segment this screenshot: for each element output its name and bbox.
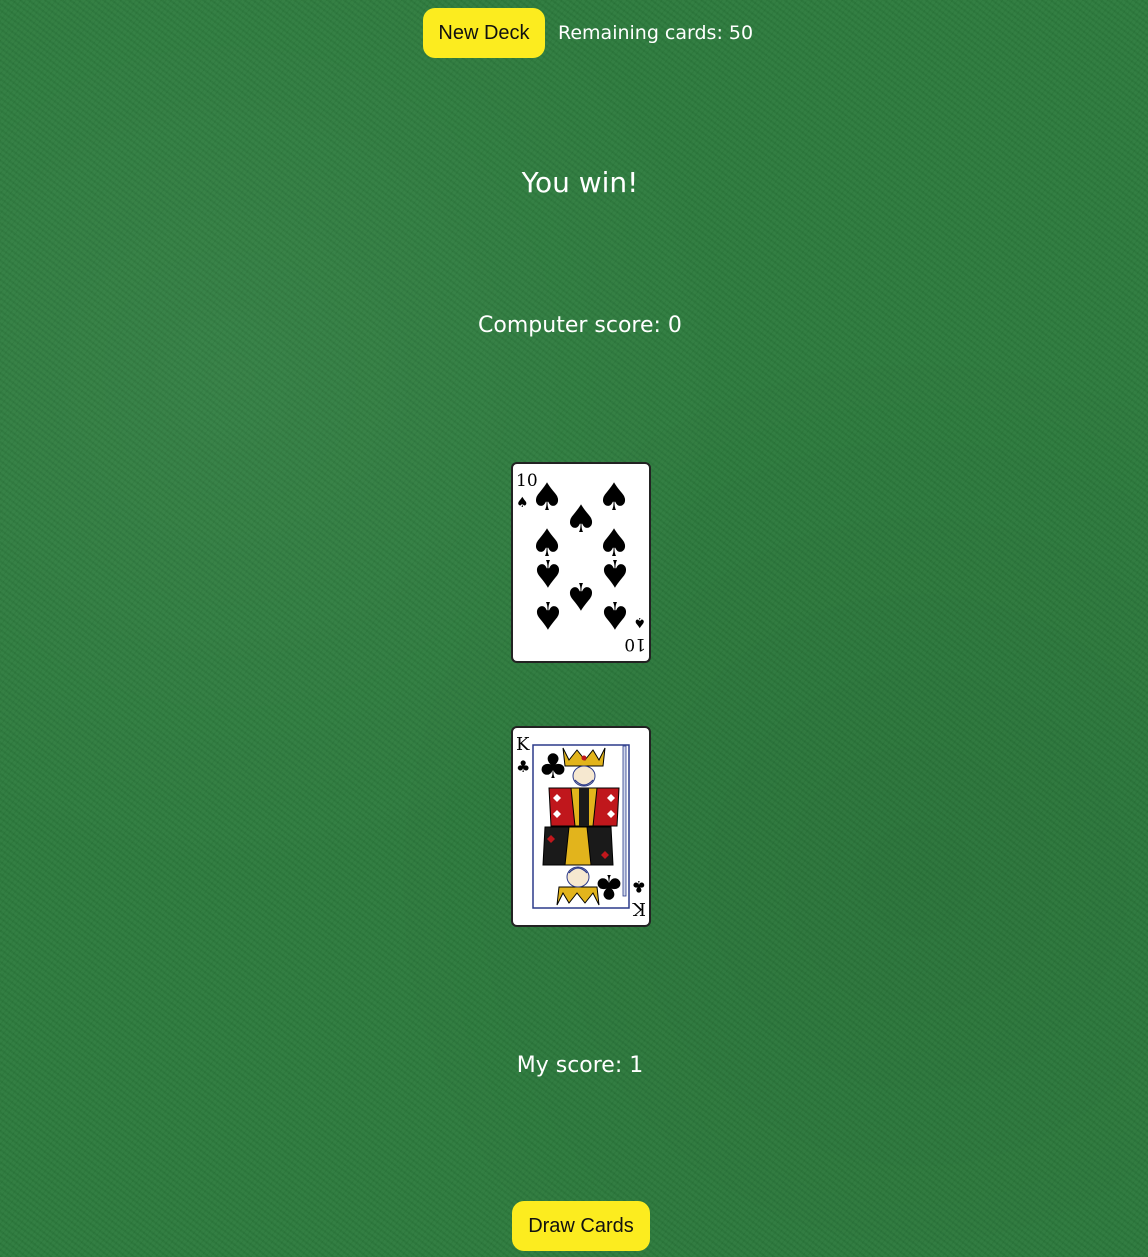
player-card: K ♣ ♣ ♣ K ♣ <box>511 726 651 927</box>
spade-pip: ♠ <box>598 551 632 595</box>
card-rank-bottom: K <box>632 898 646 919</box>
spade-pip: ♠ <box>531 551 565 595</box>
king-of-clubs-face: K ♣ ♣ ♣ K ♣ <box>516 734 646 919</box>
card-suit-small-top: ♣ <box>516 757 530 776</box>
spade-pip: ♠ <box>564 497 598 541</box>
spade-pip: ♠ <box>598 593 632 637</box>
new-deck-button[interactable]: New Deck <box>423 8 545 58</box>
card-suit-small-bottom: ♠ <box>633 614 646 630</box>
club-pip: ♣ <box>594 866 624 906</box>
spade-pip: ♠ <box>597 475 631 519</box>
card-rank-bottom: 10 <box>624 634 646 654</box>
computer-card: 10 ♠ ♠ ♠ ♠ ♠ ♠ ♠ ♠ ♠ ♠ ♠ 10 ♠ <box>511 462 651 663</box>
spade-pip: ♠ <box>564 574 598 618</box>
card-suit-small-bottom: ♣ <box>632 877 646 896</box>
computer-score: Computer score: 0 <box>478 313 682 338</box>
card-suit-small-top: ♠ <box>516 495 529 511</box>
my-score: My score: 1 <box>516 1053 644 1078</box>
remaining-cards-counter: Remaining cards: 50 <box>558 22 754 44</box>
ten-of-spades-face: 10 ♠ ♠ ♠ ♠ ♠ ♠ ♠ ♠ ♠ ♠ ♠ 10 ♠ <box>516 471 646 654</box>
card-rank-top: K <box>516 734 530 755</box>
draw-cards-button[interactable]: Draw Cards <box>512 1201 650 1251</box>
spade-pip: ♠ <box>531 593 565 637</box>
club-pip: ♣ <box>538 747 568 787</box>
result-message: You win! <box>521 166 639 199</box>
spade-pip: ♠ <box>530 475 564 519</box>
